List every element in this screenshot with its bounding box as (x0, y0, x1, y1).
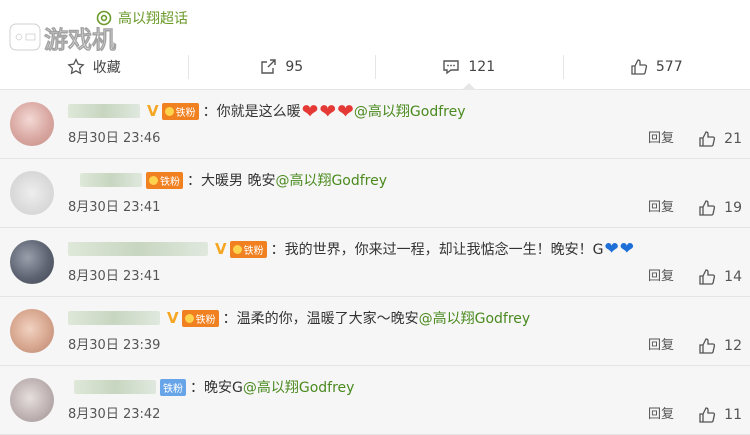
comment-text: ：你就是这么暖 (203, 101, 301, 121)
verified-icon: V (147, 102, 159, 120)
heart-icon: ❤ (319, 101, 336, 121)
username-blurred[interactable] (68, 104, 140, 118)
watermark-logo: 游戏机 (8, 18, 126, 58)
heart-icon: ❤ (337, 101, 354, 121)
username-blurred[interactable] (68, 242, 208, 256)
thumbs-up-icon (698, 268, 716, 286)
comment-like-count: 11 (724, 407, 742, 423)
comment-text: ：大暖男 晚安 (187, 170, 275, 190)
fan-badge: 铁粉 (160, 379, 186, 396)
avatar[interactable] (10, 378, 54, 422)
username-blurred[interactable] (68, 311, 160, 325)
fan-badge: 铁粉 (182, 310, 219, 327)
like-button[interactable]: 577 (563, 45, 750, 89)
comment-text: ：我的世界，你来过一程，却让我惦念一生！晚安！G (271, 239, 604, 259)
verified-icon: V (167, 309, 179, 327)
comment-time: 8月30日 23:42 (68, 403, 160, 422)
comment-time: 8月30日 23:39 (68, 334, 160, 353)
comment-like-button[interactable]: 19 (698, 199, 742, 217)
comment-text: ：温柔的你，温暖了大家～晚安 (223, 308, 419, 328)
mention-link[interactable]: @高以翔Godfrey (419, 308, 531, 328)
comment-like-button[interactable]: 14 (698, 268, 742, 286)
thumbs-up-icon (698, 406, 716, 424)
comment-count: 121 (468, 59, 495, 75)
username-blurred[interactable] (80, 173, 142, 187)
star-icon (67, 58, 85, 76)
mention-link[interactable]: @高以翔Godfrey (243, 377, 355, 397)
share-icon (259, 58, 277, 76)
comment-button[interactable]: 121 (375, 45, 563, 89)
thumbs-up-icon (630, 58, 648, 76)
comment-item: 铁粉 ：大暖男 晚安 @高以翔Godfrey 8月30日 23:41 回复 19 (0, 159, 750, 228)
avatar[interactable] (10, 102, 54, 146)
comment-like-button[interactable]: 21 (698, 130, 742, 148)
avatar[interactable] (10, 240, 54, 284)
comment-item: V 铁粉 ：我的世界，你来过一程，却让我惦念一生！晚安！G ❤❤ 8月30日 2… (0, 228, 750, 297)
comment-icon (442, 58, 460, 76)
comment-content: 铁粉 ：大暖男 晚安 @高以翔Godfrey (68, 169, 738, 191)
reply-button[interactable]: 回复 (648, 196, 674, 215)
comment-item: V 铁粉 ：你就是这么暖 ❤❤❤ @高以翔Godfrey 8月30日 23:46… (0, 90, 750, 159)
avatar[interactable] (10, 171, 54, 215)
fan-badge: 铁粉 (230, 241, 267, 258)
comment-like-button[interactable]: 12 (698, 337, 742, 355)
comment-like-button[interactable]: 11 (698, 406, 742, 424)
blue-heart-icon: ❤ (604, 241, 618, 258)
reply-button[interactable]: 回复 (648, 334, 674, 353)
comment-item: 铁粉 ：晚安G @高以翔Godfrey 8月30日 23:42 回复 11 (0, 366, 750, 435)
like-count: 577 (656, 59, 683, 75)
reply-button[interactable]: 回复 (648, 265, 674, 284)
comment-item: V 铁粉 ：温柔的你，温暖了大家～晚安 @高以翔Godfrey 8月30日 23… (0, 297, 750, 366)
comment-time: 8月30日 23:41 (68, 265, 160, 284)
comment-like-count: 14 (724, 269, 742, 285)
repost-button[interactable]: 95 (188, 45, 376, 89)
favorite-label: 收藏 (93, 57, 121, 77)
thumbs-up-icon (698, 337, 716, 355)
username-blurred[interactable] (74, 380, 156, 394)
svg-text:游戏机: 游戏机 (44, 26, 116, 54)
comment-content: V 铁粉 ：你就是这么暖 ❤❤❤ @高以翔Godfrey (68, 100, 738, 122)
comment-list: V 铁粉 ：你就是这么暖 ❤❤❤ @高以翔Godfrey 8月30日 23:46… (0, 90, 750, 424)
thumbs-up-icon (698, 199, 716, 217)
fan-badge: 铁粉 (162, 103, 199, 120)
repost-count: 95 (285, 59, 303, 75)
comment-time: 8月30日 23:41 (68, 196, 160, 215)
comment-content: V 铁粉 ：温柔的你，温暖了大家～晚安 @高以翔Godfrey (68, 307, 738, 329)
comment-text: ：晚安G (190, 377, 243, 397)
heart-icon: ❤ (302, 101, 319, 121)
avatar[interactable] (10, 309, 54, 353)
reply-button[interactable]: 回复 (648, 127, 674, 146)
blue-heart-icon: ❤ (620, 241, 634, 258)
mention-link[interactable]: @高以翔Godfrey (275, 170, 387, 190)
verified-icon: V (215, 240, 227, 258)
comment-content: 铁粉 ：晚安G @高以翔Godfrey (68, 376, 738, 398)
comment-like-count: 21 (724, 131, 742, 147)
comment-time: 8月30日 23:46 (68, 127, 160, 146)
reply-button[interactable]: 回复 (648, 403, 674, 422)
comment-content: V 铁粉 ：我的世界，你来过一程，却让我惦念一生！晚安！G ❤❤ (68, 238, 738, 260)
thumbs-up-icon (698, 130, 716, 148)
comment-like-count: 19 (724, 200, 742, 216)
mention-link[interactable]: @高以翔Godfrey (354, 101, 466, 121)
fan-badge: 铁粉 (146, 172, 183, 189)
topic-label: 高以翔超话 (118, 8, 188, 28)
comment-like-count: 12 (724, 338, 742, 354)
